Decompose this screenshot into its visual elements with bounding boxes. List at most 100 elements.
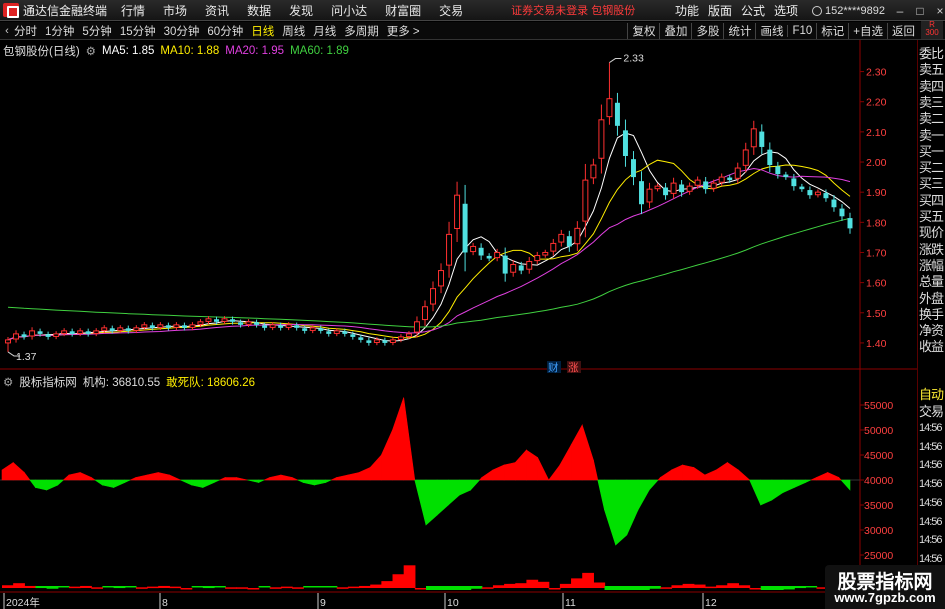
toolbar-prev-arrow-icon[interactable]: ‹ [0, 25, 14, 37]
tool-mark-button[interactable]: 标记 [816, 23, 848, 39]
indicator-area-green [124, 479, 131, 483]
side-label-0[interactable]: 委比 [919, 43, 945, 61]
period-1min[interactable]: 1分钟 [45, 23, 74, 39]
side-auto-button[interactable]: 自动 [919, 384, 945, 402]
menu-item-market[interactable]: 市场 [163, 2, 187, 19]
mini-strip-bar [638, 586, 650, 590]
menu-function[interactable]: 功能 [675, 2, 699, 19]
side-label-4[interactable]: 卖二 [919, 108, 945, 126]
indicator-name[interactable]: 股标指标网 [19, 374, 77, 390]
side-label-6[interactable]: 买一 [919, 141, 945, 159]
side-label-11[interactable]: 现价 [919, 222, 945, 240]
side-label-9[interactable]: 买四 [919, 190, 945, 208]
period-60min[interactable]: 60分钟 [207, 23, 243, 39]
side-label-12[interactable]: 涨跌 [919, 239, 945, 257]
indicator-area-red [1, 461, 14, 481]
side-label-13[interactable]: 涨幅 [919, 255, 945, 273]
indicator-area-green [805, 479, 812, 483]
indicator-area-green [302, 479, 315, 486]
tool-adjust-button[interactable]: 复权 [627, 23, 659, 39]
period-5min[interactable]: 5分钟 [82, 23, 111, 39]
indicator-area-green [180, 479, 192, 486]
side-label-18[interactable]: 收益 [919, 336, 945, 354]
period-monthly[interactable]: 月线 [313, 23, 336, 39]
side-label-5[interactable]: 卖一 [919, 125, 945, 143]
side-label-15[interactable]: 外盘 [919, 288, 945, 306]
date-tick-label: 2024年 [6, 596, 40, 609]
side-label-2[interactable]: 卖四 [919, 76, 945, 94]
candle-body-down [767, 149, 773, 166]
candle-body-up [61, 330, 68, 334]
menu-formula[interactable]: 公式 [741, 2, 765, 19]
tool-overlay-button[interactable]: 叠加 [659, 23, 691, 39]
side-label-3[interactable]: 卖三 [919, 92, 945, 110]
candle-body-down [294, 325, 300, 328]
indicator-area-red [581, 424, 594, 481]
candle-body-down [759, 131, 765, 147]
tool-add-watch-button[interactable]: +自选 [848, 23, 887, 39]
trade-login-notice[interactable]: 证券交易未登录 包钢股份 [511, 2, 635, 18]
tool-multi-stock-button[interactable]: 多股 [691, 23, 723, 39]
candle-body-down [149, 325, 155, 328]
period-30min[interactable]: 30分钟 [164, 23, 200, 39]
indicator-area-red [559, 443, 572, 481]
minimize-icon[interactable]: – [895, 4, 905, 18]
menu-item-wealth[interactable]: 财富圈 [385, 2, 421, 19]
legend-stock-name[interactable]: 包钢股份(日线) [3, 43, 80, 59]
candle-body-down [342, 331, 348, 334]
candle-body-down [518, 265, 524, 271]
menu-item-data[interactable]: 数据 [247, 2, 271, 19]
indicator-area-green [202, 479, 215, 488]
indicator-gear-icon[interactable]: ⚙ [3, 375, 13, 389]
tool-draw-button[interactable]: 画线 [755, 23, 787, 39]
menu-item-news[interactable]: 资讯 [205, 2, 229, 19]
candle-body-up [510, 264, 517, 273]
candle-body-down [831, 199, 837, 208]
side-time-5: 14:56 [919, 515, 943, 528]
corner-badge[interactable]: R 300 [921, 21, 943, 39]
tool-stats-button[interactable]: 统计 [723, 23, 755, 39]
indicator-area-red [219, 477, 226, 481]
side-label-14[interactable]: 总量 [919, 271, 945, 289]
tool-back-button[interactable]: 返回 [887, 23, 919, 39]
event-zhang: 涨 [568, 362, 579, 374]
legend-gear-icon[interactable]: ⚙ [86, 44, 96, 58]
indicator-area-red [264, 477, 271, 481]
indicator-area-green [297, 479, 304, 483]
menu-layout[interactable]: 版面 [708, 2, 732, 19]
period-intraday[interactable]: 分时 [14, 23, 37, 39]
candle-body-down [847, 218, 853, 229]
side-label-1[interactable]: 卖五 [919, 59, 945, 77]
side-label-8[interactable]: 买三 [919, 173, 945, 191]
candle-body-up [189, 324, 196, 328]
menu-item-discover[interactable]: 发现 [289, 2, 313, 19]
menu-options[interactable]: 选项 [774, 2, 798, 19]
maximize-icon[interactable]: □ [915, 4, 925, 18]
menu-item-quotes[interactable]: 行情 [121, 2, 145, 19]
period-15min[interactable]: 15分钟 [120, 23, 156, 39]
side-trade-button[interactable]: 交易 [919, 401, 945, 419]
indicator-area-red [492, 464, 505, 481]
kline-chart-area[interactable]: 2.30 2.20 2.10 2.00 1.90 1.80 1.70 1.60 1.50 1.40… [0, 40, 945, 609]
period-multi[interactable]: 多周期 [344, 23, 379, 39]
chart-svg[interactable]: 2.30 2.20 2.10 2.00 1.90 1.80 1.70 1.60 1.50 1.40… [0, 40, 917, 609]
period-more[interactable]: 更多 > [387, 23, 420, 39]
period-weekly[interactable]: 周线 [282, 23, 305, 39]
close-icon[interactable]: × [935, 4, 945, 18]
menu-item-ask[interactable]: 问小达 [331, 2, 367, 19]
candle-body-down [703, 181, 709, 190]
period-daily[interactable]: 日线 [251, 23, 274, 39]
indicator-area-red [682, 464, 695, 481]
mini-strip-bar [124, 586, 137, 588]
indicator-area-green [771, 479, 784, 501]
user-icon[interactable] [812, 5, 823, 16]
candle-body-up [141, 324, 148, 328]
menu-item-trade[interactable]: 交易 [439, 2, 463, 19]
side-label-17[interactable]: 净资 [919, 320, 945, 338]
side-label-16[interactable]: 换手 [919, 304, 945, 322]
mini-strip-bar [426, 586, 438, 590]
user-account[interactable]: 152****9892 [825, 5, 885, 17]
side-label-7[interactable]: 买二 [919, 157, 945, 175]
side-label-10[interactable]: 买五 [919, 206, 945, 224]
tool-f10-button[interactable]: F10 [787, 25, 816, 37]
